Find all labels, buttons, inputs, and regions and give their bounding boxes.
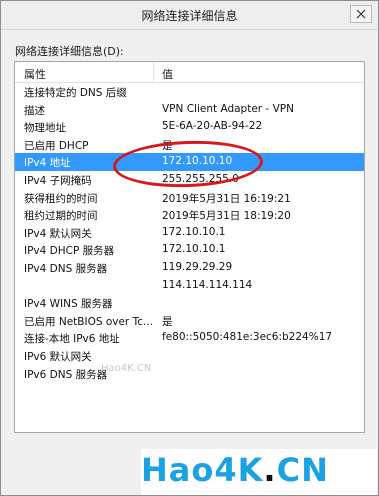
- table-row[interactable]: 获得租约的时间 2019年5月31日 16:19:21: [15, 189, 364, 207]
- site-logo: Hao4K.CN: [141, 449, 377, 495]
- logo-text-main: Hao4K: [141, 451, 264, 489]
- title-bar[interactable]: 网络连接详细信息: [1, 1, 378, 30]
- property-cell: IPv4 DHCP 服务器: [24, 245, 115, 258]
- watermark-text: Hao4K.CN: [101, 363, 152, 374]
- table-row[interactable]: IPv4 WINS 服务器: [15, 294, 364, 312]
- logo-text-dot: .: [263, 451, 277, 489]
- table-row[interactable]: IPv6 默认网关: [15, 347, 364, 365]
- column-header-value[interactable]: 值: [162, 66, 173, 82]
- table-row[interactable]: IPv4 DNS 服务器 119.29.29.29: [15, 259, 364, 277]
- network-details-dialog: 网络连接详细信息 网络连接详细信息(D): 属性 值 连接特定的 DNS 后缀描…: [0, 0, 379, 496]
- value-cell: fe80::5050:481e:3ec6:b224%17: [162, 331, 333, 344]
- logo-text-suffix: CN: [276, 451, 329, 489]
- property-cell: 租约过期的时间: [24, 210, 98, 223]
- table-row[interactable]: 物理地址 5E-6A-20-AB-94-22: [15, 118, 364, 136]
- value-cell: 119.29.29.29: [162, 261, 233, 273]
- table-row[interactable]: IPv4 默认网关 172.10.10.1: [15, 224, 364, 242]
- close-icon: [356, 9, 366, 19]
- property-cell: 获得租约的时间: [24, 192, 98, 205]
- value-cell: 172.10.10.1: [162, 225, 226, 238]
- value-cell: 114.114.114.114: [162, 278, 253, 291]
- value-cell: 5E-6A-20-AB-94-22: [162, 120, 263, 133]
- property-cell: 描述: [24, 104, 45, 117]
- list-header: 属性 值: [15, 62, 364, 83]
- value-cell: 172.10.10.1: [162, 243, 226, 256]
- table-row[interactable]: 已启用 NetBIOS over Tc... 是: [15, 312, 364, 330]
- value-cell: 2019年5月31日 16:19:21: [162, 192, 291, 205]
- table-row[interactable]: 连接-本地 IPv6 地址 fe80::5050:481e:3ec6:b224%1…: [15, 329, 364, 347]
- property-cell: IPv4 默认网关: [24, 227, 92, 240]
- table-row[interactable]: IPv4 DHCP 服务器 172.10.10.1: [15, 241, 364, 259]
- property-cell: 连接特定的 DNS 后缀: [24, 87, 127, 99]
- value-cell: 是: [162, 315, 173, 328]
- property-cell: IPv4 WINS 服务器: [24, 298, 113, 311]
- window-title: 网络连接详细信息: [141, 9, 238, 23]
- table-row[interactable]: IPv6 DNS 服务器: [15, 365, 364, 383]
- table-row[interactable]: 租约过期的时间 2019年5月31日 18:19:20: [15, 206, 364, 224]
- value-cell: VPN Client Adapter - VPN: [162, 102, 294, 115]
- table-row[interactable]: 114.114.114.114: [15, 277, 364, 295]
- close-button[interactable]: [350, 5, 372, 23]
- property-cell: 物理地址: [24, 122, 66, 135]
- value-cell: 2019年5月31日 18:19:20: [162, 210, 291, 223]
- details-label: 网络连接详细信息(D):: [15, 45, 124, 58]
- property-cell: IPv6 默认网关: [24, 351, 92, 363]
- details-listview[interactable]: 属性 值 连接特定的 DNS 后缀 描述 VPN Client Adapter - …: [14, 61, 365, 433]
- property-cell: 已启用 NetBIOS over Tc...: [24, 315, 152, 328]
- table-row[interactable]: 连接特定的 DNS 后缀: [15, 83, 364, 101]
- property-cell: 连接-本地 IPv6 地址: [24, 333, 120, 346]
- table-row[interactable]: 描述 VPN Client Adapter - VPN: [15, 101, 364, 119]
- column-header-property[interactable]: 属性: [24, 66, 46, 82]
- property-cell: IPv4 DNS 服务器: [24, 263, 108, 275]
- column-separator[interactable]: [153, 62, 154, 82]
